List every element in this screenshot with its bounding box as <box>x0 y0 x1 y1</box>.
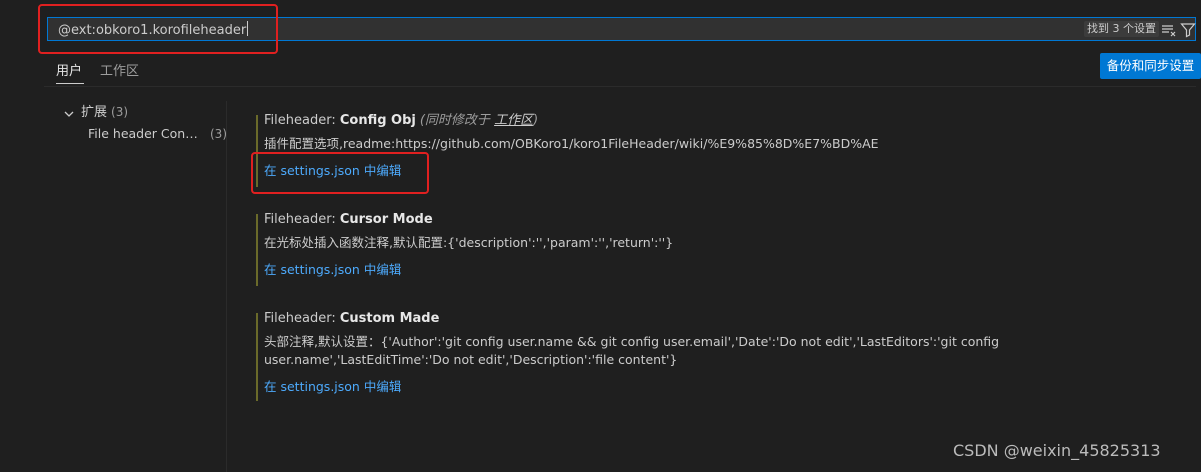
link-highlight-box <box>251 152 429 194</box>
setting-description: 头部注释,默认设置：{'Author':'git config user.nam… <box>264 334 1000 367</box>
setting-title: Fileheader: Cursor Mode <box>264 212 433 227</box>
toc-group-count: (3) <box>111 105 129 119</box>
setting-modified-indicator <box>256 214 258 286</box>
toc-item-extensions[interactable]: 扩展 (3) <box>60 101 228 123</box>
setting-description: 插件配置选项,readme:https://github.com/OBKoro1… <box>264 136 879 151</box>
setting-title: Fileheader: Custom Made <box>264 311 440 326</box>
clear-filter-icon[interactable] <box>1161 22 1177 38</box>
toc-group-label: 扩展 <box>81 105 108 120</box>
toc-item-file-header-config[interactable]: File header Config... (3) <box>60 123 228 145</box>
setting-title: Fileheader: Config Obj (同时修改于 工作区) <box>264 113 539 128</box>
chevron-down-icon <box>63 106 75 118</box>
toc-child-label: File header Config... <box>88 126 204 141</box>
setting-modified-indicator <box>256 313 258 401</box>
backup-sync-button[interactable]: 备份和同步设置 <box>1100 53 1201 79</box>
result-count-badge: 找到 3 个设置 <box>1084 21 1159 37</box>
edit-in-settings-json-link[interactable]: 在 settings.json 中编辑 <box>264 378 1144 396</box>
pane-divider <box>226 101 227 472</box>
setting-description: 在光标处插入函数注释,默认配置:{'description':'','param… <box>264 235 674 250</box>
settings-toc: 扩展 (3) File header Config... (3) <box>60 101 228 145</box>
tab-workspace[interactable]: 工作区 <box>100 60 139 79</box>
setting-custom-made: Fileheader: Custom Made 头部注释,默认设置：{'Auth… <box>256 309 1156 401</box>
search-highlight-box <box>38 4 278 54</box>
filter-icon[interactable] <box>1180 22 1196 38</box>
workspace-scope-link[interactable]: 工作区 <box>494 113 533 128</box>
setting-cursor-mode: Fileheader: Cursor Mode 在光标处插入函数注释,默认配置:… <box>256 210 1156 288</box>
edit-in-settings-json-link[interactable]: 在 settings.json 中编辑 <box>264 261 1144 279</box>
tabs-divider <box>44 86 1196 87</box>
watermark: CSDN @weixin_45825313 <box>953 441 1161 460</box>
toc-child-count: (3) <box>210 127 227 141</box>
tab-user[interactable]: 用户 <box>56 60 82 79</box>
active-tab-indicator <box>56 83 84 84</box>
